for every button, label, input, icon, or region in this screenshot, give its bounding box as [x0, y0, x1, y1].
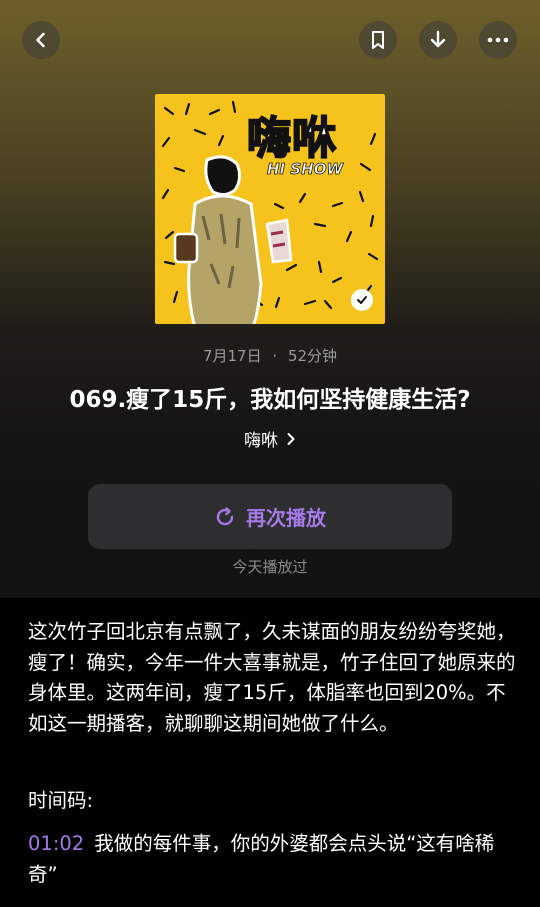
more-icon: [487, 37, 509, 43]
timecode-item: 01:02 我做的每件事，你的外婆都会点头说“这有啥稀奇”: [28, 829, 518, 890]
episode-meta: 7月17日 · 52分钟: [0, 345, 540, 366]
author-link[interactable]: 嗨咻: [0, 426, 540, 451]
author-name: 嗨咻: [244, 431, 278, 451]
check-badge-icon: [351, 289, 373, 311]
cover-title-en: HI SHOW: [267, 160, 344, 179]
bookmark-button[interactable]: [359, 21, 397, 59]
timecode-link[interactable]: 01:02: [28, 832, 84, 855]
bookmark-icon: [372, 31, 384, 49]
chevron-right-icon: [287, 432, 295, 445]
cover-title-cn: 嗨咻: [246, 112, 337, 165]
timecode-text: 我做的每件事，你的外婆都会点头说“这有啥稀奇”: [28, 832, 495, 886]
more-button[interactable]: [479, 21, 517, 59]
episode-description: 这次竹子回北京有点飘了，久未谋面的朋友纷纷夸奖她，瘦了！确实，今年一件大喜事就是…: [28, 620, 516, 735]
chevron-left-icon: [36, 32, 45, 48]
download-icon: [430, 30, 446, 48]
podcast-cover-art: 嗨咻 HI SHOW: [155, 94, 385, 324]
played-status: 今天播放过: [232, 558, 308, 576]
episode-duration: 52分钟: [287, 347, 338, 365]
download-button[interactable]: [419, 21, 457, 59]
episode-title: 069.瘦了15斤，我如何坚持健康生活?: [69, 387, 471, 413]
timecode-label: 时间码:: [28, 789, 94, 812]
episode-date: 7月17日: [202, 347, 262, 365]
replay-label: 再次播放: [246, 506, 326, 530]
replay-icon: [216, 506, 234, 525]
back-button[interactable]: [22, 21, 60, 59]
replay-button[interactable]: 再次播放: [88, 484, 452, 549]
meta-separator: ·: [272, 347, 278, 365]
